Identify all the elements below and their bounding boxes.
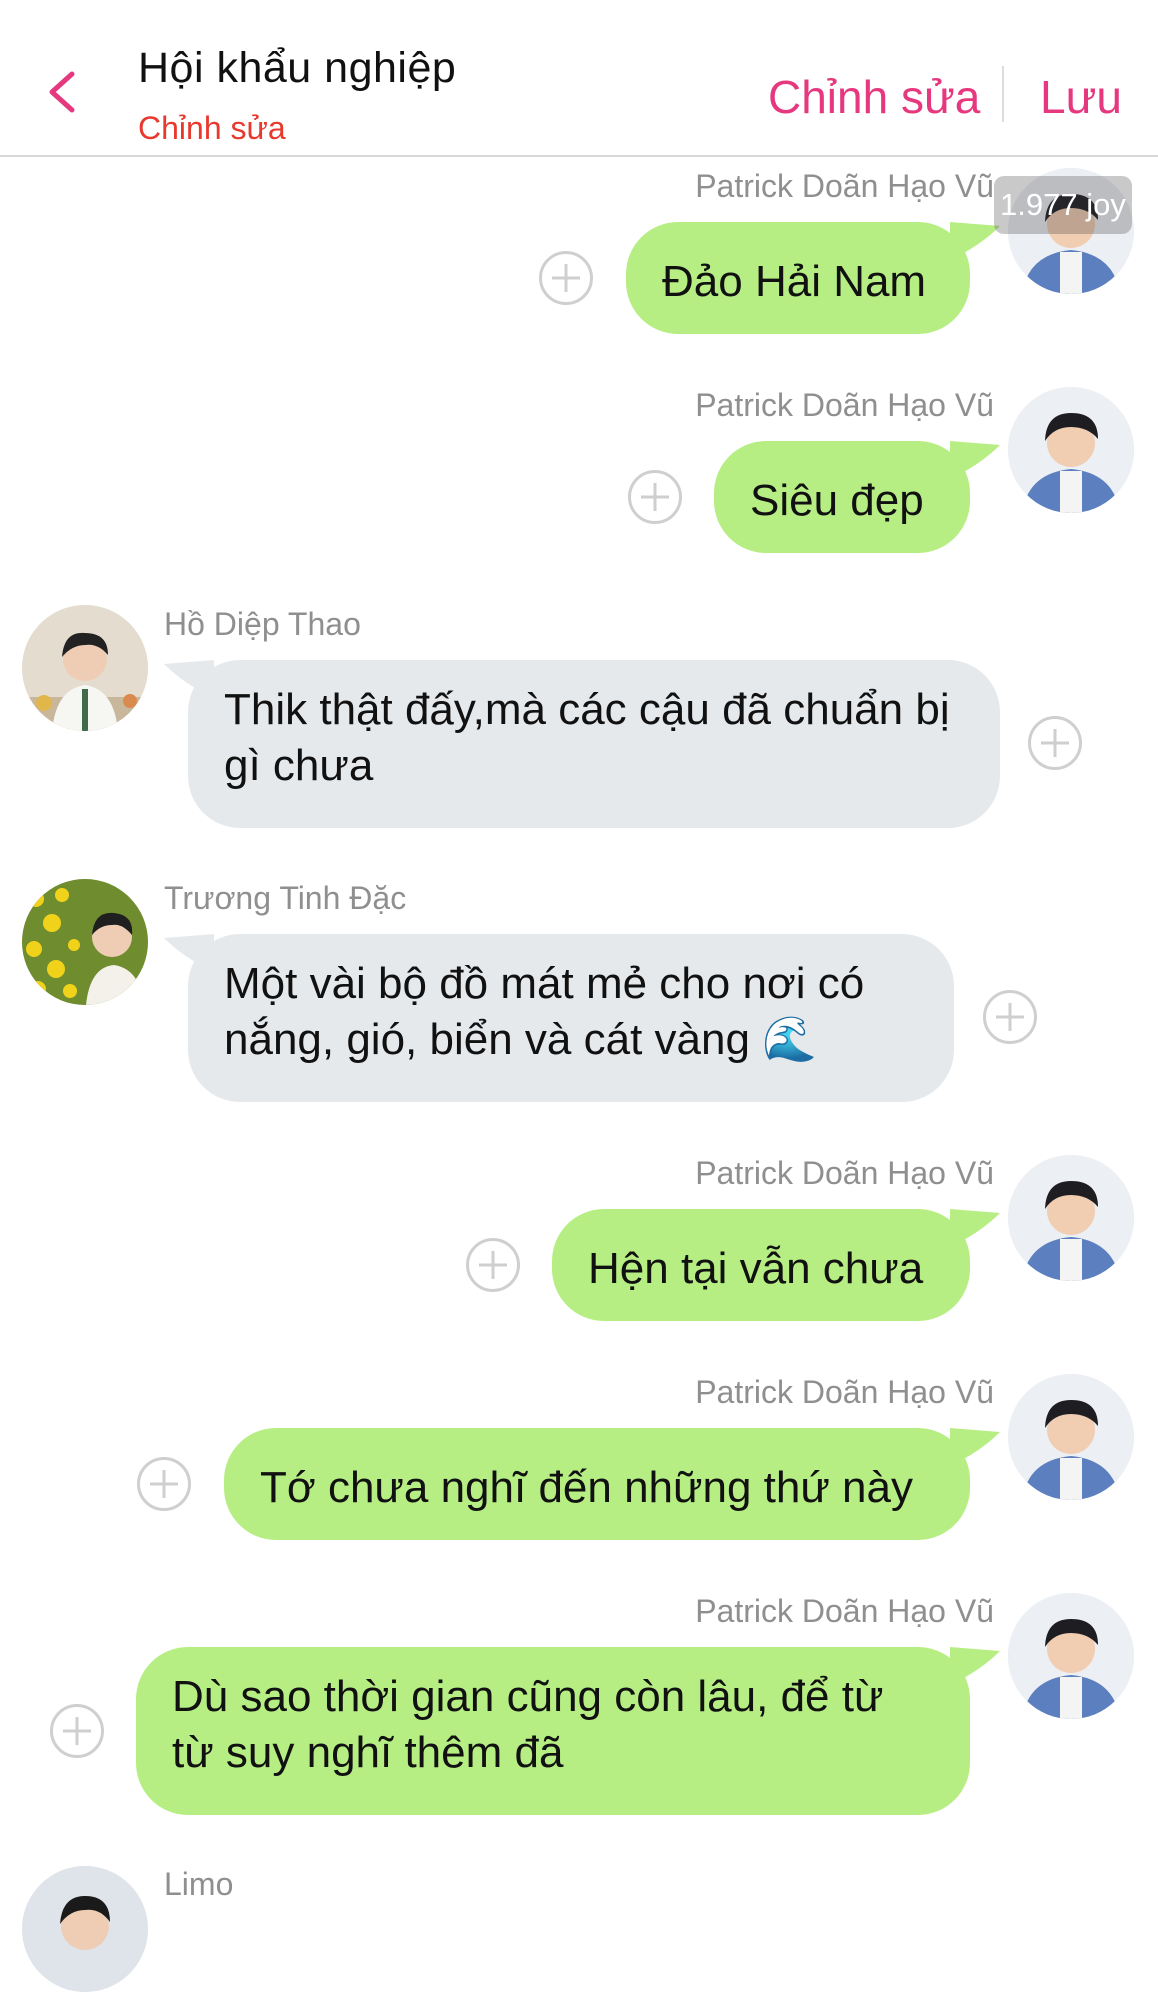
avatar-ho-diep-thao [22, 605, 148, 731]
avatar-limo [22, 1866, 148, 1992]
message-bubble[interactable]: Hện tại vẫn chưa [552, 1209, 970, 1321]
sender-name: Limo [164, 1866, 234, 1902]
message-bubble[interactable]: Đảo Hải Nam [626, 222, 970, 334]
avatar-patrick [1008, 1593, 1134, 1719]
chat-subtitle: Chỉnh sửa [138, 110, 286, 146]
add-reaction-button[interactable] [1028, 716, 1082, 770]
add-reaction-button[interactable] [983, 990, 1037, 1044]
sender-name: Patrick Doãn Hạo Vũ [695, 1593, 994, 1629]
avatar-patrick [1008, 1155, 1134, 1281]
sender-name: Patrick Doãn Hạo Vũ [695, 1374, 994, 1410]
add-reaction-button[interactable] [137, 1457, 191, 1511]
avatar-patrick [1008, 1374, 1134, 1500]
header-divider [1002, 66, 1004, 122]
message-bubble[interactable]: Dù sao thời gian cũng còn lâu, để từ từ … [136, 1647, 970, 1815]
add-reaction-button[interactable] [628, 470, 682, 524]
sender-name: Patrick Doãn Hạo Vũ [695, 168, 994, 204]
joy-counter-badge: 1.977 joy [994, 176, 1132, 234]
bubble-tail [950, 441, 1000, 479]
back-button[interactable] [38, 62, 88, 122]
avatar-truong-tinh-dac [22, 879, 148, 1005]
sender-name: Patrick Doãn Hạo Vũ [695, 1155, 994, 1191]
chevron-left-icon [49, 71, 75, 113]
message-bubble[interactable]: Siêu đẹp [714, 441, 970, 553]
avatar[interactable] [1008, 1593, 1134, 1719]
avatar[interactable] [1008, 1374, 1134, 1500]
add-reaction-button[interactable] [539, 251, 593, 305]
message-bubble[interactable]: Thik thật đấy,mà các cậu đã chuẩn bị gì … [188, 660, 1000, 828]
message-bubble[interactable]: Tớ chưa nghĩ đến những thứ này [224, 1428, 970, 1540]
avatar[interactable] [1008, 1155, 1134, 1281]
add-reaction-button[interactable] [466, 1238, 520, 1292]
sender-name: Hồ Diệp Thao [164, 606, 361, 642]
save-button[interactable]: Lưu [1040, 70, 1122, 124]
message-bubble[interactable]: Một vài bộ đồ mát mẻ cho nơi có nắng, gi… [188, 934, 954, 1102]
chat-title: Hội khẩu nghiệp [138, 44, 457, 92]
avatar-patrick [1008, 387, 1134, 513]
avatar[interactable] [22, 1866, 148, 1992]
edit-button[interactable]: Chỉnh sửa [768, 70, 980, 124]
bubble-tail [950, 1647, 1000, 1685]
avatar[interactable] [1008, 387, 1134, 513]
sender-name: Patrick Doãn Hạo Vũ [695, 387, 994, 423]
bubble-tail [950, 1209, 1000, 1247]
chat-header: Hội khẩu nghiệp Chỉnh sửa Chỉnh sửa Lưu [0, 0, 1158, 157]
avatar[interactable] [22, 879, 148, 1005]
sender-name: Trương Tinh Đặc [164, 880, 407, 916]
avatar[interactable] [22, 605, 148, 731]
bubble-tail [950, 1428, 1000, 1466]
bubble-tail [950, 222, 1000, 260]
add-reaction-button[interactable] [50, 1704, 104, 1758]
